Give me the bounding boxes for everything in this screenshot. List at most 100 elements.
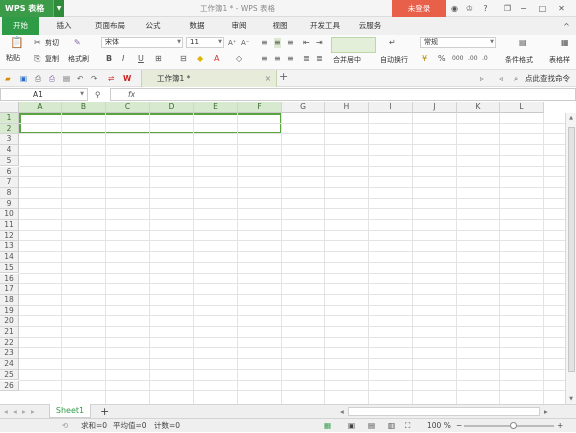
next-sheet-icon[interactable]: ▸ [22,405,26,418]
tab-cloud[interactable]: 云服务 [352,17,388,35]
close-icon[interactable]: ✕ [556,3,567,14]
spreadsheet-grid[interactable]: ▲ ▼ A B C D E F G H I J K L 1 2 3 4 5 6 7 8 9 10 11 12 13 14 15 16 1… [0,102,576,404]
fx-icon[interactable]: fx [128,88,135,101]
row-header-19[interactable]: 19 [0,305,19,317]
app-menu-button[interactable]: WPS 表格 ▼ [0,0,64,17]
table-style-icon[interactable]: ▦ [561,38,569,48]
scroll-down-icon[interactable]: ▼ [566,394,576,404]
expand-icon[interactable]: ▹ [480,73,484,84]
row-header-21[interactable]: 21 [0,327,19,338]
row-header-15[interactable]: 15 [0,262,19,274]
format-painter-button[interactable]: 格式刷 [68,54,89,64]
border-icon[interactable]: ⊞ [155,54,162,64]
zoom-search-icon[interactable]: ⚲ [95,88,101,101]
row-header-10[interactable]: 10 [0,209,19,220]
macro-icon[interactable]: ⟲ [62,419,68,433]
row-header-2[interactable]: 2 [0,123,19,135]
undo-icon[interactable]: ↶ [77,73,83,84]
vertical-scrollbar[interactable]: ▲ ▼ [565,113,576,404]
merge-center-icon[interactable] [331,37,376,53]
last-sheet-icon[interactable]: ▸ [31,405,35,418]
save-icon[interactable]: ▣ [20,73,27,84]
new-tab-icon[interactable]: + [279,71,288,82]
page-break-view-icon[interactable]: ▤ [368,419,375,433]
font-shrink-icon[interactable]: A⁻ [241,38,249,48]
tab-review[interactable]: 审阅 [222,17,256,35]
tab-home[interactable]: 开始 [2,17,39,35]
scroll-left-icon[interactable]: ◂ [340,405,344,418]
export-icon[interactable]: ⎙ [35,73,41,84]
indent-increase-icon[interactable]: ⇥ [316,38,323,48]
open-icon[interactable]: ▰ [5,73,11,84]
tab-page-layout[interactable]: 页面布局 [87,17,133,35]
column-header-k[interactable]: K [457,102,500,113]
column-header-j[interactable]: J [413,102,457,113]
zoom-slider-knob[interactable] [510,422,517,429]
column-header-c[interactable]: C [106,102,150,113]
row-header-25[interactable]: 25 [0,369,19,381]
close-icon[interactable]: × [265,70,271,87]
indent-decrease-icon[interactable]: ⇤ [303,38,310,48]
row-header-14[interactable]: 14 [0,252,19,263]
clear-format-icon[interactable]: ◇ [236,54,242,64]
column-header-b[interactable]: B [62,102,106,113]
shirt-icon[interactable]: ♔ [464,3,475,14]
currency-icon[interactable]: ¥ [422,54,427,64]
align-left-icon[interactable]: ≡ [261,54,268,64]
row-header-6[interactable]: 6 [0,166,19,178]
help-icon[interactable]: ? [480,3,491,14]
paste-icon[interactable]: 📋 [10,37,24,48]
merge-center-button[interactable]: 合并居中 [333,55,361,65]
fill-color-icon[interactable]: ◆ [197,54,203,64]
row-header-20[interactable]: 20 [0,316,19,327]
scroll-right-icon[interactable]: ▸ [544,405,548,418]
restore-window-icon[interactable]: ❐ [502,3,513,14]
copy-button[interactable]: 复制 [45,54,59,64]
print-icon[interactable]: ⎙ [49,73,55,84]
decimal-increase-icon[interactable]: .00 [468,54,478,64]
normal-view-icon[interactable]: ▦ [324,419,331,433]
column-header-g[interactable]: G [282,102,325,113]
chevron-down-icon[interactable]: ▼ [53,0,64,17]
row-header-4[interactable]: 4 [0,145,19,156]
prev-sheet-icon[interactable]: ◂ [13,405,17,418]
column-header-a[interactable]: A [19,102,62,113]
row-header-24[interactable]: 24 [0,359,19,370]
search-icon[interactable]: ⌕ [514,73,518,84]
thousands-icon[interactable]: 000 [452,54,463,64]
maximize-icon[interactable]: □ [537,3,548,14]
bold-button[interactable]: B [106,54,112,64]
column-header-f[interactable]: F [238,102,282,113]
decimal-decrease-icon[interactable]: .0 [482,54,488,64]
underline-button[interactable]: U [138,54,144,64]
row-header-12[interactable]: 12 [0,230,19,242]
column-header-i[interactable]: I [369,102,413,113]
font-color-icon[interactable]: A [214,54,219,64]
column-header-l[interactable]: L [500,102,544,113]
reading-view-icon[interactable]: ▥ [388,419,395,433]
tab-insert[interactable]: 插入 [45,17,83,35]
row-header-18[interactable]: 18 [0,294,19,306]
copy-icon[interactable]: ⎘ [34,54,40,64]
row-header-8[interactable]: 8 [0,187,19,199]
cut-button[interactable]: 剪切 [45,38,59,48]
number-format-select[interactable]: 常规 ▼ [420,37,496,48]
italic-button[interactable]: I [122,54,124,64]
zoom-slider[interactable] [464,425,554,427]
font-name-select[interactable]: 宋体 ▼ [101,37,183,48]
collapse-ribbon-icon[interactable]: ^ [561,21,572,32]
align-center-icon[interactable]: ≡ [274,54,281,64]
command-search[interactable]: 点此查找命令 [525,73,570,84]
row-header-17[interactable]: 17 [0,284,19,295]
row-header-23[interactable]: 23 [0,348,19,360]
horizontal-scrollbar[interactable] [348,407,540,416]
wps-logo-icon[interactable]: W [123,73,131,84]
first-sheet-icon[interactable]: ◂ [4,405,8,418]
zoom-in-icon[interactable]: + [557,419,563,433]
sheet-tab-sheet1[interactable]: Sheet1 [49,404,91,418]
redo-icon[interactable]: ↷ [91,73,97,84]
name-box[interactable]: A1 ▼ [0,88,88,101]
conditional-format-icon[interactable]: ▤ [519,38,527,48]
zoom-level[interactable]: 100 % [427,419,451,433]
row-header-7[interactable]: 7 [0,177,19,188]
